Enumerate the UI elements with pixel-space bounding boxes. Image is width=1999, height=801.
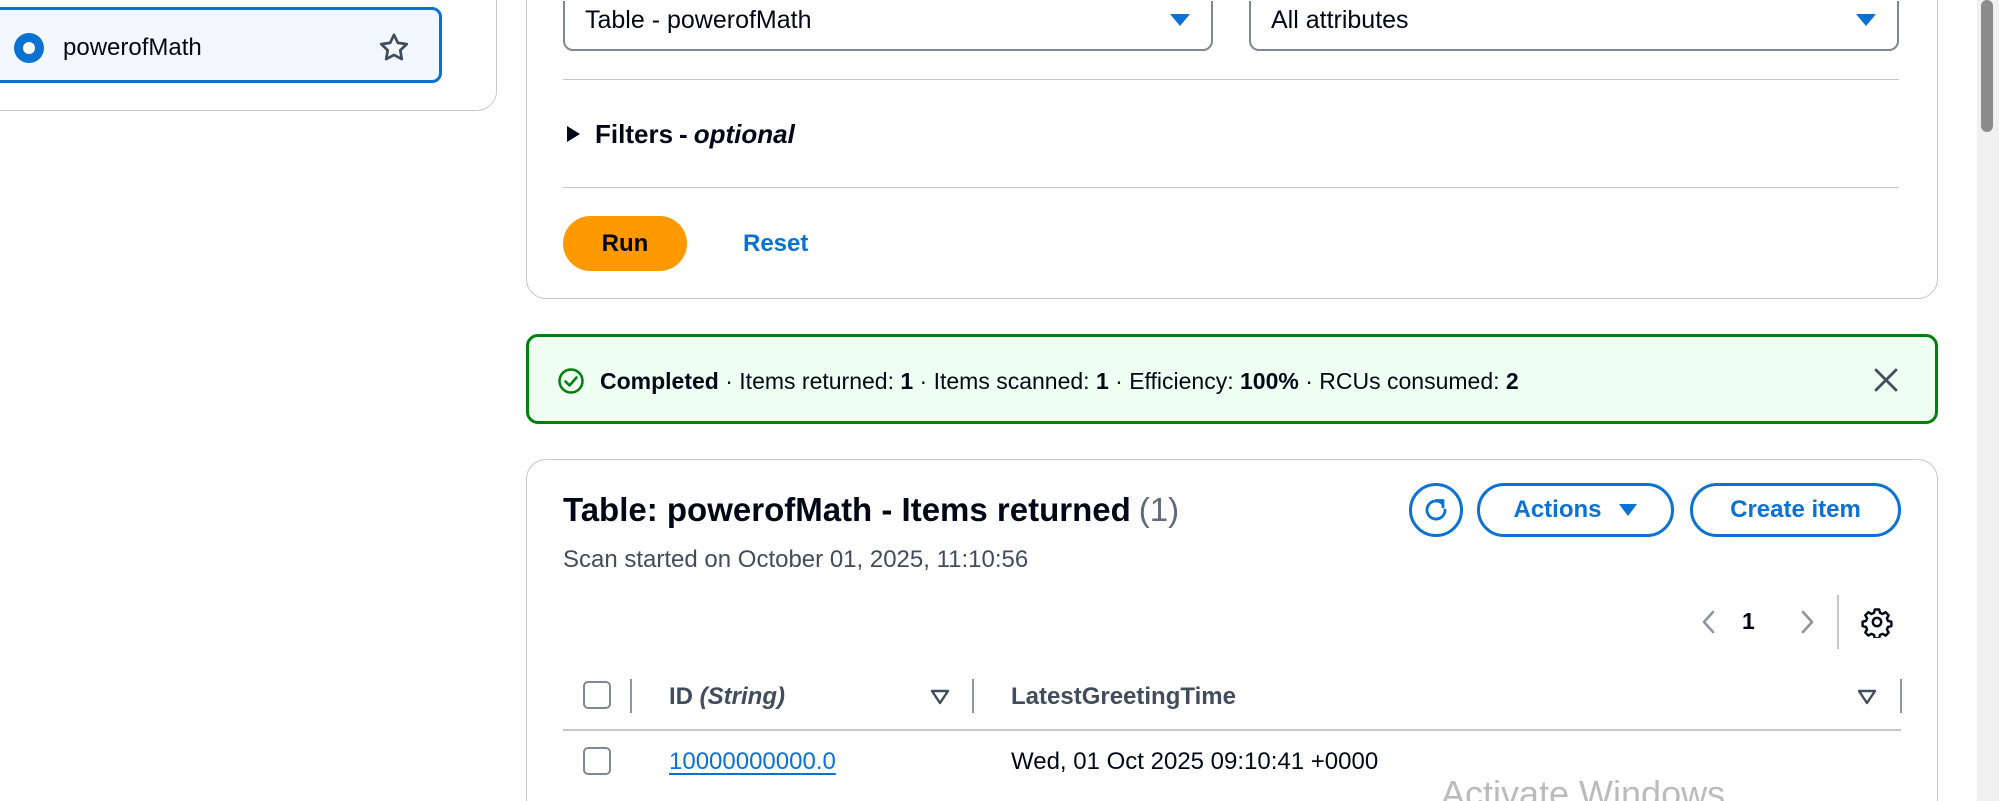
- filters-separator: -: [679, 118, 688, 149]
- efficiency-value: 100%: [1240, 368, 1299, 394]
- scrollbar-thumb[interactable]: [1981, 0, 1993, 132]
- status-text: Completed: [600, 368, 719, 394]
- table-list-item-powerofmath[interactable]: powerofMath: [0, 7, 442, 83]
- column-resizer[interactable]: [972, 679, 974, 713]
- settings-icon[interactable]: [1861, 606, 1893, 638]
- tables-panel: powerofMath: [0, 0, 497, 111]
- refresh-button[interactable]: [1409, 483, 1463, 537]
- results-title: Table: powerofMath - Items returned (1): [563, 490, 1179, 530]
- actions-button[interactable]: Actions: [1477, 483, 1674, 537]
- page-scrollbar[interactable]: [1977, 0, 1999, 801]
- caret-down-icon: [1856, 14, 1876, 26]
- chevron-left-icon[interactable]: [1699, 608, 1719, 636]
- reset-button[interactable]: Reset: [743, 216, 808, 271]
- status-message: Completed · Items returned: 1 · Items sc…: [600, 367, 1519, 395]
- items-scanned-value: 1: [1095, 368, 1109, 394]
- pagination-current-page[interactable]: 1: [1742, 606, 1755, 636]
- efficiency-label: · Efficiency:: [1115, 368, 1234, 394]
- rcus-label: · RCUs consumed:: [1305, 368, 1500, 394]
- items-returned-value: 1: [900, 368, 914, 394]
- column-resizer[interactable]: [1900, 679, 1902, 713]
- chevron-right-icon[interactable]: [1797, 608, 1817, 636]
- latest-greeting-time-cell: Wed, 01 Oct 2025 09:10:41 +0000: [1011, 748, 1379, 775]
- create-item-button[interactable]: Create item: [1690, 483, 1901, 537]
- divider: [563, 79, 1899, 80]
- column-id-type: (String): [699, 683, 785, 710]
- row-checkbox[interactable]: [583, 747, 611, 775]
- filters-title: Filters: [595, 118, 674, 149]
- filters-optional-label: optional: [693, 118, 795, 149]
- sort-icon[interactable]: [1857, 689, 1877, 705]
- caret-down-icon: [1170, 14, 1190, 26]
- results-card: Table: powerofMath - Items returned (1) S…: [526, 459, 1938, 801]
- table-header-divider: [563, 729, 1901, 731]
- caret-right-icon: [567, 126, 580, 142]
- items-scanned-label: · Items scanned:: [919, 368, 1090, 394]
- item-id-link[interactable]: 10000000000.0: [669, 747, 836, 777]
- close-icon[interactable]: [1871, 365, 1901, 395]
- radio-selected-icon[interactable]: [14, 33, 44, 63]
- column-id-name: ID: [669, 683, 693, 710]
- refresh-icon: [1425, 499, 1447, 521]
- column-header-latest-greeting-time[interactable]: LatestGreetingTime: [1011, 682, 1236, 712]
- toolbar-divider: [1837, 595, 1839, 649]
- projection-select-value: All attributes: [1271, 6, 1409, 34]
- caret-down-icon: [1618, 504, 1637, 516]
- items-returned-label: · Items returned:: [725, 368, 894, 394]
- actions-label: Actions: [1513, 496, 1602, 523]
- run-button[interactable]: Run: [563, 216, 687, 271]
- sort-icon[interactable]: [930, 689, 950, 705]
- star-icon[interactable]: [376, 30, 412, 66]
- select-all-checkbox[interactable]: [583, 681, 611, 709]
- results-title-text: Table: powerofMath - Items returned: [563, 491, 1131, 528]
- page: powerofMath Table - powerofMath All attr…: [0, 0, 1999, 801]
- filters-expander[interactable]: Filters - optional: [565, 117, 795, 151]
- status-banner: Completed · Items returned: 1 · Items sc…: [526, 334, 1938, 424]
- column-resizer[interactable]: [630, 679, 632, 713]
- table-select[interactable]: Table - powerofMath: [563, 1, 1213, 51]
- check-circle-icon: [558, 368, 584, 394]
- results-count: (1): [1138, 491, 1180, 528]
- table-name-label: powerofMath: [63, 34, 202, 61]
- table-select-value: Table - powerofMath: [585, 6, 812, 34]
- divider: [563, 187, 1899, 188]
- attribute-projection-select[interactable]: All attributes: [1249, 1, 1899, 51]
- activate-windows-watermark: Activate Windows: [1441, 773, 1726, 801]
- rcus-value: 2: [1505, 368, 1519, 394]
- scan-started-text: Scan started on October 01, 2025, 11:10:…: [563, 546, 1029, 573]
- scan-query-card: Table - powerofMath All attributes Filte…: [526, 0, 1938, 299]
- column-header-id[interactable]: ID (String): [669, 682, 785, 712]
